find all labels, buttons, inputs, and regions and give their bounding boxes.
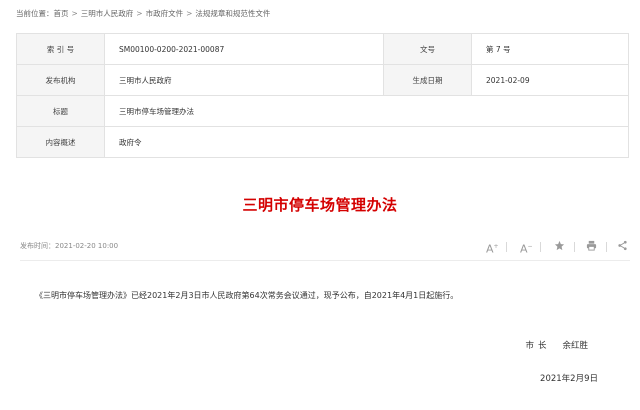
signature-block: 市长 余红胜 [525,339,588,351]
article-toolbar: 发布时间：2021-02-20 10:00 A+ A− [20,239,628,258]
table-row: 发布机构 三明市人民政府 生成日期 2021-02-09 [16,64,629,96]
share-icon[interactable] [617,239,628,255]
breadcrumb-government-link[interactable]: 三明市人民政府 [81,9,134,18]
breadcrumb-separator: > [71,9,78,18]
toolbar-divider [506,242,507,252]
doc-number-value: 第 7 号 [471,33,629,65]
breadcrumb-home-link[interactable]: 首页 [54,9,69,18]
article-body: 《三明市停车场管理办法》已经2021年2月3日市人民政府第64次常务会议通过，现… [35,291,459,300]
breadcrumb: 当前位置：首页 > 三明市人民政府 > 市政府文件 > 法规规章和规范性文件 [16,8,270,19]
table-row: 索 引 号 SM00100-0200-2021-00087 文号 第 7 号 [16,33,629,65]
index-value: SM00100-0200-2021-00087 [104,33,384,65]
print-icon[interactable] [586,239,597,255]
summary-label: 内容概述 [16,126,105,158]
signer-role: 市长 [525,341,551,351]
publish-time: 发布时间：2021-02-20 10:00 [20,242,119,250]
table-row: 内容概述 政府令 [16,126,629,158]
font-decrease-icon[interactable]: A− [520,239,533,258]
toolbar-divider [540,242,541,252]
signature-date: 2021年2月9日 [540,374,598,384]
breadcrumb-regulations-link[interactable]: 法规规章和规范性文件 [195,9,270,18]
favorite-star-icon[interactable] [554,239,565,255]
summary-value: 政府令 [104,126,629,158]
publisher-label: 发布机构 [16,64,105,96]
document-info-table: 索 引 号 SM00100-0200-2021-00087 文号 第 7 号 发… [16,33,629,158]
doc-number-label: 文号 [383,33,472,65]
publisher-value: 三明市人民政府 [104,64,384,96]
breadcrumb-prefix: 当前位置： [16,9,54,18]
breadcrumb-separator: > [186,9,193,18]
table-row: 标题 三明市停车场管理办法 [16,95,629,127]
article-title: 三明市停车场管理办法 [242,196,398,214]
breadcrumb-documents-link[interactable]: 市政府文件 [146,9,184,18]
title-label: 标题 [16,95,105,127]
toolbar-divider [606,242,607,252]
title-value: 三明市停车场管理办法 [104,95,629,127]
toolbar-divider-line [20,260,630,261]
font-increase-icon[interactable]: A+ [486,239,499,258]
created-date-value: 2021-02-09 [471,64,629,96]
created-date-label: 生成日期 [383,64,472,96]
index-label: 索 引 号 [16,33,105,65]
breadcrumb-separator: > [136,9,143,18]
toolbar-divider [574,242,575,252]
signer-name: 余红胜 [562,341,588,351]
